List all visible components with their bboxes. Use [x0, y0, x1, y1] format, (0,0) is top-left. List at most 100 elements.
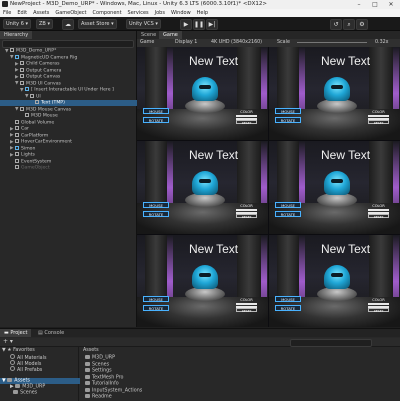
hierarchy-row[interactable]: ▶ Lights — [0, 152, 146, 158]
gameobject-icon — [20, 106, 24, 111]
hierarchy-row[interactable]: ▼[ Insert Interactable UI Under Here ] — [0, 87, 156, 93]
hierarchy-row[interactable]: Global Volume — [0, 119, 146, 126]
mouse-button[interactable]: MOUSE — [143, 202, 169, 208]
reset-button[interactable]: RESET — [236, 120, 257, 125]
rotate-button[interactable]: ROTATE — [143, 211, 169, 217]
hierarchy-row[interactable]: ▶ Child Cameras — [0, 61, 151, 67]
hierarchy-tab[interactable]: Hierarchy — [0, 31, 33, 39]
robot-platform — [317, 287, 357, 301]
hierarchy-row[interactable]: ▼ M3D Mouse Canvas — [0, 106, 151, 113]
favorite-item[interactable]: All Prefabs — [10, 366, 42, 373]
file-item[interactable]: Settings — [85, 368, 112, 374]
menu-jobs[interactable]: Jobs — [152, 9, 168, 17]
menu-window[interactable]: Window — [168, 9, 194, 17]
hierarchy-row[interactable]: EventSystem — [0, 158, 146, 165]
menu-component[interactable]: Component — [90, 9, 125, 17]
color-panel-label: COLOR — [372, 298, 385, 302]
hierarchy-row[interactable]: ▼ M3D_Demo_URP* — [0, 48, 141, 54]
menu-file[interactable]: File — [0, 9, 14, 17]
tab-scene[interactable]: Scene — [137, 31, 160, 39]
hierarchy-row-label: M3D UI Canvas — [26, 81, 61, 86]
hierarchy-row[interactable]: ▶ Output Canvas — [0, 74, 151, 80]
hierarchy-row[interactable]: ▶ Car — [0, 126, 146, 132]
color-slider[interactable] — [236, 209, 257, 211]
color-slider[interactable] — [368, 303, 389, 305]
menu-gameobject[interactable]: GameObject — [52, 9, 89, 17]
mouse-button[interactable]: MOUSE — [275, 202, 301, 208]
asset-store-button[interactable]: Asset Store ▾ — [78, 19, 117, 29]
maximize-button[interactable]: □ — [368, 0, 382, 9]
file-item[interactable]: M3D_URP — [85, 355, 115, 361]
hierarchy-row[interactable]: GameObject — [0, 165, 146, 171]
resolution-dropdown[interactable]: 4K UHD (3840x2160) — [211, 39, 262, 47]
hierarchy-row[interactable]: ▼ M3D UI Canvas — [0, 80, 151, 87]
tab-game[interactable]: Game — [159, 31, 182, 39]
user-button[interactable]: ZB ▾ — [36, 19, 53, 29]
color-panel-label: COLOR — [240, 204, 253, 208]
play-button[interactable]: ▶ — [180, 19, 192, 30]
file-item[interactable]: Scenes — [85, 361, 109, 368]
account-button[interactable]: Unity 6 ▾ — [3, 19, 32, 29]
color-panel-label: COLOR — [240, 110, 253, 114]
unity-vcs-button[interactable]: Unity VCS ▾ — [126, 19, 161, 29]
display-dropdown[interactable]: Display 1 — [175, 39, 197, 47]
reset-button[interactable]: RESET — [236, 308, 257, 313]
rotate-button[interactable]: ROTATE — [275, 211, 301, 217]
hierarchy-row[interactable]: ▶ Output Camera — [0, 67, 151, 74]
step-button[interactable]: ▶| — [206, 19, 218, 30]
game-viewport[interactable]: New Text MOUSE ROTATE COLOR RESET New Text MOU… — [137, 47, 400, 327]
hierarchy-row-label: [ Insert Interactable UI Under Here ] — [31, 87, 114, 93]
reset-button[interactable]: RESET — [368, 214, 389, 219]
reset-button[interactable]: RESET — [236, 214, 257, 219]
cloud-icon[interactable]: ☁ — [62, 19, 74, 30]
menu-edit[interactable]: Edit — [14, 9, 30, 17]
mouse-button[interactable]: MOUSE — [275, 296, 301, 302]
color-slider[interactable] — [236, 303, 257, 305]
color-slider[interactable] — [368, 115, 389, 117]
hierarchy-row-label: Text (TMP) — [41, 100, 65, 106]
color-slider[interactable] — [236, 115, 257, 117]
search-icon[interactable]: ⌕ — [343, 19, 355, 30]
hierarchy-search-bar[interactable] — [2, 40, 134, 48]
pause-button[interactable]: ❚❚ — [193, 19, 205, 30]
mouse-button[interactable]: MOUSE — [143, 108, 169, 114]
game-view-tabs: Scene Game — [137, 31, 400, 39]
project-search-input[interactable] — [290, 339, 372, 347]
menu-assets[interactable]: Assets — [30, 9, 52, 17]
menu-services[interactable]: Services — [125, 9, 152, 17]
robot-platform — [317, 99, 357, 113]
mouse-button[interactable]: MOUSE — [275, 108, 301, 114]
hierarchy-row[interactable]: ▶ HoverCarEnvironment — [0, 139, 146, 145]
hierarchy-row[interactable]: ▼ MagneticUD Camera Rig — [0, 54, 146, 61]
close-button[interactable]: ✕ — [384, 0, 398, 9]
history-icon[interactable]: ↺ — [330, 19, 342, 30]
rotate-button[interactable]: ROTATE — [275, 117, 301, 123]
robot-platform — [185, 287, 225, 301]
breadcrumb[interactable]: Assets — [83, 348, 99, 354]
hierarchy-row[interactable]: ▶ Simon — [0, 145, 146, 152]
hierarchy-row[interactable]: M3D Mouse — [0, 113, 156, 119]
scale-slider[interactable] — [297, 42, 367, 43]
mouse-button[interactable]: MOUSE — [143, 296, 169, 302]
hierarchy-row[interactable]: ▶ CarPlatform — [0, 132, 146, 139]
settings-icon[interactable]: ⚙ — [356, 19, 368, 30]
add-button[interactable]: + ▾ — [3, 339, 13, 345]
file-item[interactable]: TextMesh Pro — [85, 374, 123, 381]
tab-console[interactable]: ▤ Console — [34, 329, 68, 337]
reset-button[interactable]: RESET — [368, 120, 389, 125]
rotate-button[interactable]: ROTATE — [143, 305, 169, 311]
tab-project-label: Project — [10, 330, 28, 336]
file-item[interactable]: TutorialInfo — [85, 381, 119, 387]
reset-button[interactable]: RESET — [368, 308, 389, 313]
color-slider[interactable] — [368, 209, 389, 211]
menu-help[interactable]: Help — [194, 9, 211, 17]
rotate-button[interactable]: ROTATE — [143, 117, 169, 123]
file-item[interactable]: InputSystem_Actions — [85, 387, 142, 394]
game-mode-dropdown[interactable]: Game — [140, 39, 154, 47]
folder-item[interactable]: Scenes — [10, 390, 37, 396]
tab-project[interactable]: ▬ Project — [0, 329, 32, 337]
file-item[interactable]: Readme — [85, 394, 112, 400]
color-panel: COLOR RESET — [367, 110, 390, 128]
minimize-button[interactable]: – — [352, 0, 366, 9]
rotate-button[interactable]: ROTATE — [275, 305, 301, 311]
